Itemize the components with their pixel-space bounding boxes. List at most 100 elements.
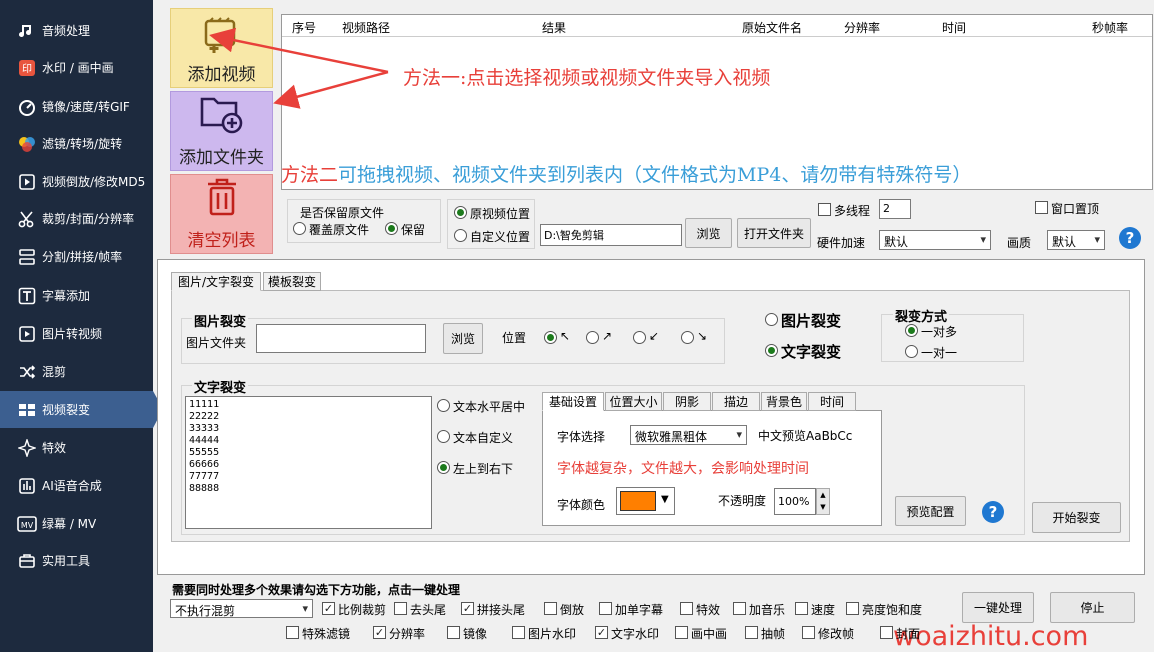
column-header[interactable]: 秒帧率 xyxy=(1092,19,1128,36)
batch-checkbox[interactable]: ✓ xyxy=(373,626,386,639)
preview-config-button[interactable]: 预览配置 xyxy=(895,496,966,526)
clear-list-button[interactable]: 清空列表 xyxy=(170,174,273,254)
thread-count-input[interactable]: 2 xyxy=(879,199,911,219)
mix-select[interactable]: 不执行混剪 xyxy=(170,599,313,618)
tab-basic-settings[interactable]: 基础设置 xyxy=(542,392,604,411)
help-icon[interactable]: ? xyxy=(1119,227,1141,249)
mv-icon: MV xyxy=(16,513,38,535)
opacity-input[interactable]: 100% xyxy=(774,488,816,515)
tab-template-fission[interactable]: 模板裂变 xyxy=(263,272,321,291)
sidebar-item-ai-voice[interactable]: AI语音合成 xyxy=(0,467,153,504)
batch-checkbox[interactable]: ✓ xyxy=(461,602,474,615)
reverse-play-icon xyxy=(16,171,38,193)
batch-checkbox[interactable] xyxy=(544,602,557,615)
sidebar-item-fission[interactable]: 视频裂变 xyxy=(0,391,163,428)
column-header[interactable]: 结果 xyxy=(542,19,566,36)
batch-checkbox-label: 亮度饱和度 xyxy=(862,603,923,617)
position-bottom-left-radio[interactable] xyxy=(633,331,646,344)
sidebar-item-label: 分割/拼接/帧率 xyxy=(42,250,123,264)
position-bottom-left-icon: ↙ xyxy=(649,329,660,343)
text-lines-textarea[interactable]: 11111 22222 33333 44444 55555 66666 7777… xyxy=(185,396,432,529)
batch-checkbox[interactable] xyxy=(680,602,693,615)
overwrite-radio[interactable] xyxy=(293,222,306,235)
output-path-input[interactable]: D:\智免剪辑 xyxy=(540,224,682,246)
batch-checkbox[interactable] xyxy=(447,626,460,639)
sidebar-item-mv[interactable]: MV 绿幕 / MV xyxy=(0,505,153,542)
text-custom-radio[interactable] xyxy=(437,430,450,443)
sidebar-item-subtitle[interactable]: 字幕添加 xyxy=(0,277,153,314)
batch-checkbox[interactable] xyxy=(846,602,859,615)
one-click-process-button[interactable]: 一键处理 xyxy=(962,592,1034,623)
sidebar-item-mirror-speed[interactable]: 镜像/速度/转GIF xyxy=(0,88,153,125)
image-fission-title: 图片裂变 xyxy=(192,311,249,330)
image-folder-input[interactable] xyxy=(256,324,426,353)
browse-image-button[interactable]: 浏览 xyxy=(443,323,483,354)
batch-checkbox[interactable]: ✓ xyxy=(322,602,335,615)
column-header[interactable]: 分辨率 xyxy=(844,19,880,36)
batch-checkbox-label: 抽帧 xyxy=(761,627,786,641)
multithread-checkbox[interactable] xyxy=(818,203,831,216)
position-bottom-right-radio[interactable] xyxy=(681,331,694,344)
column-header[interactable]: 原始文件名 xyxy=(742,19,802,36)
batch-checkbox[interactable] xyxy=(599,602,612,615)
tab-position-size[interactable]: 位置大小 xyxy=(605,392,662,411)
tab-image-text-fission[interactable]: 图片/文字裂变 xyxy=(171,272,261,291)
batch-checkbox-label: 文字水印 xyxy=(611,627,660,641)
batch-checkbox[interactable] xyxy=(394,602,407,615)
tab-time[interactable]: 时间 xyxy=(808,392,856,411)
quality-select[interactable]: 默认 xyxy=(1047,230,1105,250)
font-color-picker[interactable]: ▼ xyxy=(616,487,675,515)
batch-checkbox[interactable] xyxy=(733,602,746,615)
position-top-left-radio[interactable] xyxy=(544,331,557,344)
text-line: 11111 xyxy=(189,399,220,410)
window-top-checkbox[interactable] xyxy=(1035,201,1048,214)
stop-button[interactable]: 停止 xyxy=(1050,592,1135,623)
sidebar-item-mix[interactable]: 混剪 xyxy=(0,353,153,390)
svg-text:MV: MV xyxy=(21,521,34,530)
text-fission-mode-radio[interactable] xyxy=(765,344,778,357)
batch-checkbox[interactable] xyxy=(675,626,688,639)
open-folder-button[interactable]: 打开文件夹 xyxy=(737,218,811,248)
sidebar-item-reverse[interactable]: 视频倒放/修改MD5 xyxy=(0,163,153,200)
batch-checkbox[interactable] xyxy=(795,602,808,615)
help-icon[interactable]: ? xyxy=(982,501,1004,523)
original-position-radio[interactable] xyxy=(454,206,467,219)
text-center-radio[interactable] xyxy=(437,399,450,412)
sidebar-item-watermark[interactable]: 印 水印 / 画中画 xyxy=(0,49,153,86)
batch-checkbox[interactable] xyxy=(745,626,758,639)
sidebar-item-split[interactable]: 分割/拼接/帧率 xyxy=(0,238,153,275)
sidebar-item-tools[interactable]: 实用工具 xyxy=(0,542,153,579)
text-diagonal-label: 左上到右下 xyxy=(453,462,514,476)
one-to-many-radio[interactable] xyxy=(905,324,918,337)
browse-output-button[interactable]: 浏览 xyxy=(685,218,732,248)
sidebar-item-audio[interactable]: 音频处理 xyxy=(0,12,153,49)
batch-checkbox[interactable] xyxy=(802,626,815,639)
text-diagonal-radio[interactable] xyxy=(437,461,450,474)
start-fission-button[interactable]: 开始裂变 xyxy=(1032,502,1121,533)
tab-shadow[interactable]: 阴影 xyxy=(663,392,711,411)
opacity-spinner[interactable]: ▲ ▼ xyxy=(816,488,830,515)
watermark-icon: 印 xyxy=(16,57,38,79)
batch-checkbox[interactable]: ✓ xyxy=(595,626,608,639)
sidebar-item-filter[interactable]: 滤镜/转场/旋转 xyxy=(0,125,153,162)
hw-accel-select[interactable]: 默认 xyxy=(879,230,991,250)
batch-checkbox[interactable] xyxy=(286,626,299,639)
sidebar-item-image-to-video[interactable]: 图片转视频 xyxy=(0,315,153,352)
batch-checkbox[interactable] xyxy=(512,626,525,639)
one-to-one-radio[interactable] xyxy=(905,345,918,358)
image-fission-mode-radio[interactable] xyxy=(765,313,778,326)
sidebar-item-label: 绿幕 / MV xyxy=(42,517,97,531)
tab-background[interactable]: 背景色 xyxy=(761,392,807,411)
keep-radio[interactable] xyxy=(385,222,398,235)
position-top-left-icon: ↖ xyxy=(560,329,571,343)
tab-stroke[interactable]: 描边 xyxy=(712,392,760,411)
font-select[interactable]: 微软雅黑粗体 xyxy=(630,425,747,445)
tools-icon xyxy=(16,550,38,572)
batch-checkbox[interactable] xyxy=(880,626,893,639)
sidebar-item-effects[interactable]: 特效 xyxy=(0,429,153,466)
position-top-right-radio[interactable] xyxy=(586,331,599,344)
column-header[interactable]: 时间 xyxy=(942,19,966,36)
keep-original-label: 是否保留原文件 xyxy=(300,206,385,220)
sidebar-item-crop[interactable]: 裁剪/封面/分辨率 xyxy=(0,200,153,237)
custom-position-radio[interactable] xyxy=(454,229,467,242)
